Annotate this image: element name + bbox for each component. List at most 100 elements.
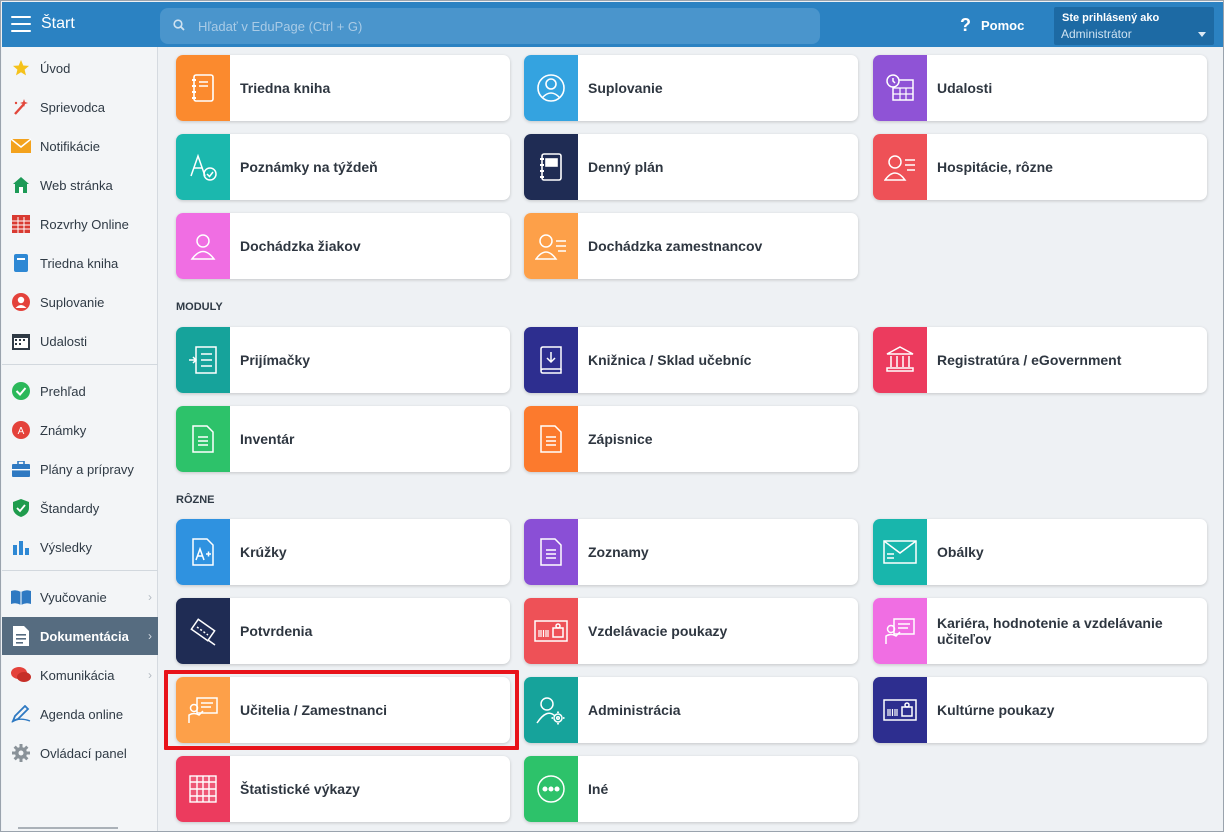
user-menu[interactable]: Ste prihlásený ako Administrátor bbox=[1054, 7, 1214, 45]
help-label: Pomoc bbox=[981, 18, 1025, 33]
tile-ine[interactable]: Iné bbox=[524, 756, 858, 822]
letter-check-icon bbox=[176, 134, 230, 200]
sidebar-item-komunikacia[interactable]: Komunikácia › bbox=[2, 656, 158, 694]
sidebar-item-sprievodca[interactable]: Sprievodca bbox=[2, 88, 158, 126]
tile-dochadzka-ziakov[interactable]: Dochádzka žiakov bbox=[176, 213, 510, 279]
sidebar-item-ovladaci-panel[interactable]: Ovládací panel bbox=[2, 734, 158, 772]
shield-check-icon bbox=[10, 497, 32, 519]
tile-hospitacie-rozne[interactable]: Hospitácie, rôzne bbox=[873, 134, 1207, 200]
bar-chart-icon bbox=[10, 536, 32, 558]
tile-obalky[interactable]: Obálky bbox=[873, 519, 1207, 585]
tile-label: Štatistické výkazy bbox=[240, 781, 360, 797]
minutes-sheet-icon bbox=[524, 406, 578, 472]
tile-dochadzka-zamestnancov[interactable]: Dochádzka zamestnancov bbox=[524, 213, 858, 279]
help-button[interactable]: ? Pomoc bbox=[960, 15, 1024, 36]
tile-kulturne-poukazy[interactable]: Kultúrne poukazy bbox=[873, 677, 1207, 743]
tile-label: Dochádzka zamestnancov bbox=[588, 238, 763, 254]
tile-label: Obálky bbox=[937, 544, 984, 560]
sidebar-item-rozvrhy-online[interactable]: Rozvrhy Online bbox=[2, 205, 158, 243]
sidebar-item-web-stranka[interactable]: Web stránka bbox=[2, 166, 158, 204]
tile-label: Administrácia bbox=[588, 702, 681, 718]
sidebar-item-label: Sprievodca bbox=[40, 99, 106, 115]
government-building-icon bbox=[873, 327, 927, 393]
inventory-sheet-icon bbox=[176, 406, 230, 472]
list-sheet-icon bbox=[524, 519, 578, 585]
employee-list-icon bbox=[524, 213, 578, 279]
sidebar-item-label: Štandardy bbox=[40, 500, 100, 516]
section-heading-moduly: MODULY bbox=[176, 301, 223, 313]
tile-label: Registratúra / eGovernment bbox=[937, 352, 1122, 368]
tile-triedna-kniha[interactable]: Triedna kniha bbox=[176, 55, 510, 121]
person-list-icon bbox=[873, 134, 927, 200]
tile-kniznica-sklad-ucebnic[interactable]: Knižnica / Sklad učebníc bbox=[524, 327, 858, 393]
planner-icon bbox=[524, 134, 578, 200]
tile-label: Krúžky bbox=[240, 544, 287, 560]
tile-kruzky[interactable]: Krúžky bbox=[176, 519, 510, 585]
library-book-icon bbox=[524, 327, 578, 393]
sidebar-item-znamky[interactable]: A Známky bbox=[2, 411, 158, 449]
sidebar-item-notifikacie[interactable]: Notifikácie bbox=[2, 127, 158, 165]
briefcase-icon bbox=[10, 458, 32, 480]
magic-wand-icon bbox=[10, 96, 32, 118]
tile-registratura-egovernment[interactable]: Registratúra / eGovernment bbox=[873, 327, 1207, 393]
sidebar-item-vyucovanie[interactable]: Vyučovanie › bbox=[2, 578, 158, 616]
sidebar-item-prehlad[interactable]: Prehľad bbox=[2, 372, 158, 410]
tile-administracia[interactable]: Administrácia bbox=[524, 677, 858, 743]
grade-icon: A bbox=[10, 419, 32, 441]
person-swap-icon bbox=[524, 55, 578, 121]
search-icon bbox=[173, 19, 185, 31]
tile-statisticke-vykazy[interactable]: Štatistické výkazy bbox=[176, 756, 510, 822]
top-bar: Štart ? Pomoc Ste prihlásený ako Adminis… bbox=[2, 2, 1223, 47]
sidebar-item-triedna-kniha[interactable]: Triedna kniha bbox=[2, 244, 158, 282]
pen-icon bbox=[10, 703, 32, 725]
house-icon bbox=[10, 174, 32, 196]
tile-label: Dochádzka žiakov bbox=[240, 238, 361, 254]
tile-prijimacky[interactable]: Prijímačky bbox=[176, 327, 510, 393]
calendar-icon bbox=[10, 330, 32, 352]
chat-bubbles-icon bbox=[10, 664, 32, 686]
student-icon bbox=[176, 213, 230, 279]
svg-text:A: A bbox=[18, 426, 25, 437]
chevron-right-icon: › bbox=[148, 668, 152, 682]
tile-poznamky-na-tyzden[interactable]: Poznámky na týždeň bbox=[176, 134, 510, 200]
tile-udalosti[interactable]: Udalosti bbox=[873, 55, 1207, 121]
stamp-icon bbox=[176, 598, 230, 664]
hamburger-menu-icon[interactable] bbox=[11, 16, 31, 32]
sidebar-divider bbox=[2, 570, 158, 571]
sidebar-item-dokumentacia[interactable]: Dokumentácia › bbox=[2, 617, 158, 655]
open-book-icon bbox=[10, 586, 32, 608]
tile-label: Udalosti bbox=[937, 80, 993, 96]
sidebar-item-label: Web stránka bbox=[40, 177, 113, 193]
search-input[interactable] bbox=[198, 16, 798, 36]
sidebar-item-vysledky[interactable]: Výsledky bbox=[2, 528, 158, 566]
document-icon bbox=[10, 625, 32, 647]
search-box[interactable] bbox=[160, 8, 820, 44]
tile-label: Kariéra, hodnotenie a vzdelávanie učiteľ… bbox=[937, 615, 1163, 647]
sidebar-item-agenda-online[interactable]: Agenda online bbox=[2, 695, 158, 733]
tile-zapisnice[interactable]: Zápisnice bbox=[524, 406, 858, 472]
person-icon bbox=[10, 291, 32, 313]
tile-suplovanie[interactable]: Suplovanie bbox=[524, 55, 858, 121]
check-circle-icon bbox=[10, 380, 32, 402]
sidebar-item-uvod[interactable]: Úvod bbox=[2, 49, 158, 87]
admin-person-gear-icon bbox=[524, 677, 578, 743]
sidebar-item-udalosti[interactable]: Udalosti bbox=[2, 322, 158, 360]
tile-label: Vzdelávacie poukazy bbox=[588, 623, 728, 639]
teacher-board-icon bbox=[873, 598, 927, 664]
tile-ucitelia-zamestnanci[interactable]: Učitelia / Zamestnanci bbox=[176, 677, 510, 743]
sidebar-item-standardy[interactable]: Štandardy bbox=[2, 489, 158, 527]
sidebar-item-label: Ovládací panel bbox=[40, 745, 127, 761]
tile-kariera-hodnotenie[interactable]: Kariéra, hodnotenie a vzdelávanie učiteľ… bbox=[873, 598, 1207, 664]
more-dots-icon bbox=[524, 756, 578, 822]
sidebar-divider bbox=[2, 364, 158, 365]
chevron-right-icon: › bbox=[148, 590, 152, 604]
tile-zoznamy[interactable]: Zoznamy bbox=[524, 519, 858, 585]
tile-label: Inventár bbox=[240, 431, 295, 447]
sidebar-item-suplovanie[interactable]: Suplovanie bbox=[2, 283, 158, 321]
sidebar-item-label: Výsledky bbox=[40, 539, 93, 555]
tile-potvrdenia[interactable]: Potvrdenia bbox=[176, 598, 510, 664]
tile-denny-plan[interactable]: Denný plán bbox=[524, 134, 858, 200]
tile-vzdelavacie-poukazy[interactable]: Vzdelávacie poukazy bbox=[524, 598, 858, 664]
tile-inventar[interactable]: Inventár bbox=[176, 406, 510, 472]
sidebar-item-plany-a-pripravy[interactable]: Plány a prípravy bbox=[2, 450, 158, 488]
